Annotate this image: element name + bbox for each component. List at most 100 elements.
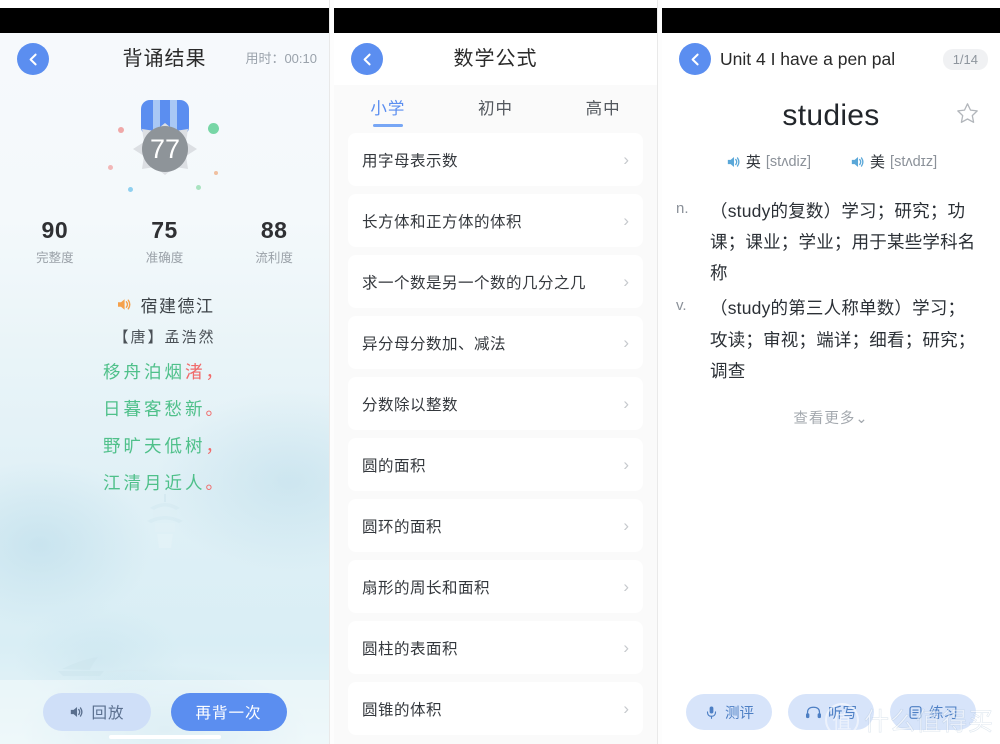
poem-line: 日暮客愁新。 <box>0 396 329 421</box>
chevron-right-icon: › <box>623 211 629 230</box>
list-item[interactable]: 圆锥的体积 › <box>348 682 643 735</box>
phonetic-lang-label: 美 <box>870 154 886 171</box>
timer-label: 用时：00:10 <box>245 51 317 66</box>
score-label: 准确度 <box>145 251 184 265</box>
panel1-navbar: 背诵结果 用时：00:10 <box>0 33 329 85</box>
speaker-icon <box>727 156 740 167</box>
formula-list: 用字母表示数 › 长方体和正方体的体积 › 求一个数是另一个数的几分之几 › 异… <box>334 133 657 735</box>
status-bar <box>662 8 1000 33</box>
panel-word-detail: Unit 4 I have a pen pal 1/14 studies 英 [… <box>662 0 1000 744</box>
retry-recitation-button[interactable]: 再背一次 <box>170 693 287 731</box>
replay-button[interactable]: 回放 <box>42 693 151 731</box>
panel3-navbar: Unit 4 I have a pen pal 1/14 <box>662 33 1000 85</box>
poem-author: 【唐】孟浩然 <box>113 329 216 346</box>
microphone-icon <box>706 706 717 719</box>
score-label: 完整度 <box>36 251 74 265</box>
score-fluency: 88 流利度 <box>219 217 329 266</box>
phonetic-us[interactable]: 美 [stʌdɪz] <box>849 151 937 172</box>
list-item-label: 扇形的周长和面积 <box>362 579 491 597</box>
score-completeness: 90 完整度 <box>0 217 110 266</box>
list-item[interactable]: 扇形的周长和面积 › <box>348 560 643 613</box>
tab-middle-school[interactable]: 初中 <box>442 85 550 133</box>
poem-punctuation: ， <box>205 436 226 456</box>
chevron-right-icon: › <box>623 394 629 413</box>
list-item-label: 圆锥的体积 <box>362 701 443 719</box>
definition-text: （study的第三人称单数）学习；攻读；审视；端详；细看；研究；调查 <box>710 298 976 381</box>
panel2-navbar: 数学公式 <box>334 33 657 85</box>
recitation-result-body: 背诵结果 用时：00:10 77 90 完整度 75 准确度 88 流利度 宿建… <box>0 33 329 744</box>
panel3-footer: 测评 听写 练习 <box>662 680 1000 744</box>
list-item[interactable]: 圆柱的表面积 › <box>348 621 643 674</box>
tab-high-school[interactable]: 高中 <box>549 85 657 133</box>
poem-text-correct: 野旷天低树 <box>103 436 206 456</box>
retry-button-label: 再背一次 <box>195 705 262 722</box>
list-item-label: 异分母分数加、减法 <box>362 335 507 353</box>
headphones-icon <box>806 706 821 718</box>
poem-punctuation: 。 <box>205 399 226 419</box>
list-item[interactable]: 异分母分数加、减法 › <box>348 316 643 369</box>
word-text: studies <box>782 99 880 132</box>
chevron-right-icon: › <box>623 150 629 169</box>
speaker-icon <box>71 707 84 717</box>
notebook-icon <box>909 705 922 719</box>
list-item[interactable]: 圆的面积 › <box>348 438 643 491</box>
list-item-label: 圆的面积 <box>362 457 427 475</box>
phonetic-uk[interactable]: 英 [stʌdiz] <box>725 151 811 172</box>
speaker-icon[interactable] <box>115 296 132 313</box>
speaker-icon <box>851 156 864 167</box>
part-of-speech: v. <box>676 297 687 315</box>
panel1-footer: 回放 再背一次 <box>0 680 329 744</box>
poem-text-correct: 日暮客愁新 <box>103 399 206 419</box>
sparkle-dot <box>108 165 113 170</box>
chevron-left-icon <box>691 53 699 65</box>
poem-punctuation: ， <box>205 362 226 382</box>
chevron-right-icon: › <box>623 455 629 474</box>
definition-row: n. （study的复数）学习；研究；功课；课业；学业；用于某些学科名称 <box>676 196 978 289</box>
three-phone-screenshots: 背诵结果 用时：00:10 77 90 完整度 75 准确度 88 流利度 宿建… <box>0 0 1000 744</box>
assessment-button[interactable]: 测评 <box>686 694 772 730</box>
see-more-label: 查看更多 <box>793 410 856 427</box>
phonetic-ipa: [stʌdɪz] <box>890 153 938 170</box>
chevron-right-icon: › <box>623 638 629 657</box>
definition-row: v. （study的第三人称单数）学习；攻读；审视；端详；细看；研究；调查 <box>676 293 978 386</box>
score-value: 90 <box>41 217 69 243</box>
chevron-right-icon: › <box>623 333 629 352</box>
sparkle-dot <box>128 187 133 192</box>
chevron-right-icon: › <box>623 699 629 718</box>
replay-button-label: 回放 <box>91 705 125 722</box>
sparkle-dot <box>118 127 124 133</box>
score-accuracy: 75 准确度 <box>110 217 220 266</box>
list-item-label: 分数除以整数 <box>362 396 459 414</box>
chevron-right-icon: › <box>623 272 629 291</box>
list-item[interactable]: 用字母表示数 › <box>348 133 643 186</box>
practice-button-label: 练习 <box>929 705 958 722</box>
chevron-right-icon: › <box>623 516 629 535</box>
list-item[interactable]: 分数除以整数 › <box>348 377 643 430</box>
tab-primary-school[interactable]: 小学 <box>334 85 442 133</box>
score-label: 流利度 <box>255 251 293 265</box>
svg-text:77: 77 <box>149 134 179 164</box>
list-item[interactable]: 求一个数是另一个数的几分之几 › <box>348 255 643 308</box>
poem-text-correct: 移舟泊烟 <box>103 362 185 382</box>
see-more-button[interactable]: 查看更多⌄ <box>662 407 1000 428</box>
status-bar <box>334 8 657 33</box>
poem-title: 宿建德江 <box>140 297 215 316</box>
list-item[interactable]: 长方体和正方体的体积 › <box>348 194 643 247</box>
panel2-navbar-inner: 数学公式 <box>334 33 657 85</box>
grade-tabs: 小学 初中 高中 <box>334 85 657 133</box>
sparkle-dot <box>196 185 201 190</box>
word-headline-row: studies <box>662 95 1000 137</box>
practice-button[interactable]: 练习 <box>890 694 976 730</box>
panel-math-formulas: 数学公式 小学 初中 高中 用字母表示数 › 长方体和正方体的体积 › 求一个数… <box>334 0 658 744</box>
word-detail-body: Unit 4 I have a pen pal 1/14 studies 英 [… <box>662 33 1000 744</box>
phonetic-lang-label: 英 <box>745 154 761 171</box>
medal-badge-icon: 77 <box>132 99 197 175</box>
phonetics-row: 英 [stʌdiz] 美 [stʌdɪz] <box>662 151 1000 172</box>
list-item[interactable]: 圆环的面积 › <box>348 499 643 552</box>
list-item-label: 圆环的面积 <box>362 518 443 536</box>
status-bar <box>0 8 329 33</box>
back-button[interactable] <box>679 43 711 75</box>
panel-recitation-result: 背诵结果 用时：00:10 77 90 完整度 75 准确度 88 流利度 宿建… <box>0 0 330 744</box>
dictation-button[interactable]: 听写 <box>788 694 874 730</box>
star-outline-icon[interactable] <box>955 101 980 126</box>
